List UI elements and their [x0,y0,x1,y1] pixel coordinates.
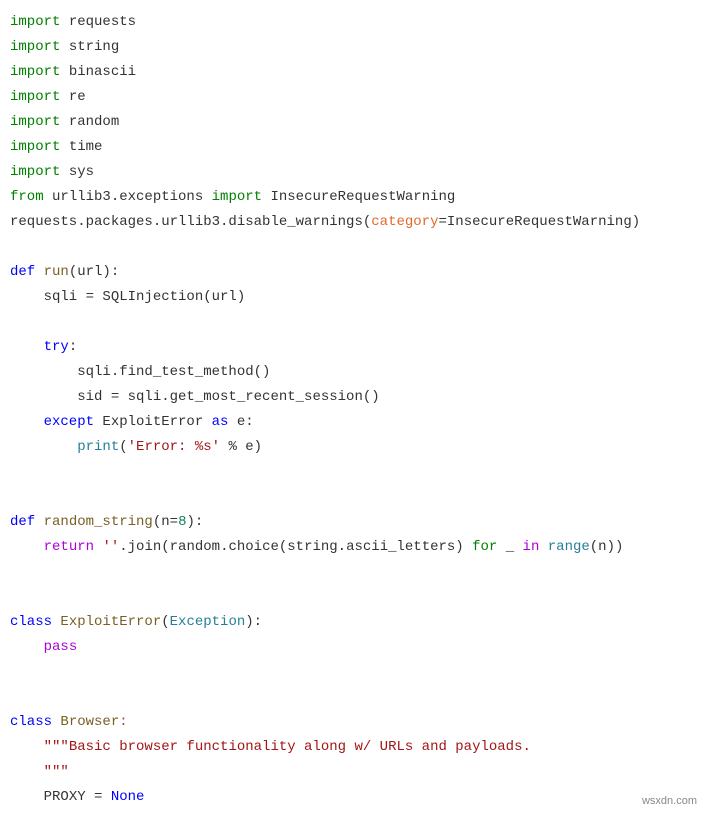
code-text: ): [186,514,203,530]
keyword-except: except [10,414,94,430]
keyword-import: import [10,64,60,80]
code-block: import requests import string import bin… [10,10,697,810]
keyword-class: class [10,714,52,730]
blank-line [10,664,18,680]
keyword-from: from [10,189,44,205]
code-text: % e) [220,439,262,455]
module-name: requests [60,14,136,30]
indent [10,639,44,655]
keyword-import: import [10,114,60,130]
watermark: wsxdn.com [642,789,697,814]
exception-type: ExploitError [94,414,212,430]
code-text: (n= [153,514,178,530]
code-text: =InsecureRequestWarning) [438,214,640,230]
base-class: Exception [170,614,246,630]
code-line: sqli.find_test_method() [10,364,270,380]
keyword-as: as [212,414,229,430]
code-text: ): [245,614,262,630]
code-text: _ [497,539,522,555]
module-name: binascii [60,64,136,80]
docstring: """Basic browser functionality along w/ … [44,739,531,755]
code-text [539,539,547,555]
keyword-for: for [472,539,497,555]
blank-line [10,589,18,605]
string-literal: '' [102,539,119,555]
module-name: time [60,139,102,155]
blank-line [10,464,18,480]
code-text: ( [119,439,127,455]
code-text: .join(random.choice(string.ascii_letters… [119,539,472,555]
keyword-pass: pass [44,639,78,655]
module-name: string [60,39,119,55]
colon: : [69,339,77,355]
keyword-import: import [10,39,60,55]
indent [10,789,44,805]
function-sig: (url): [69,264,119,280]
code-text: ( [161,614,169,630]
keyword-return: return [44,539,94,555]
code-text: PROXY = [44,789,111,805]
code-text: requests.packages.urllib3.disable_warnin… [10,214,371,230]
function-name: run [35,264,69,280]
keyword-def: def [10,264,35,280]
builtin-print: print [77,439,119,455]
code-text: e: [228,414,253,430]
indent [10,439,77,455]
blank-line [10,564,18,580]
keyword-import: import [10,89,60,105]
docstring: """ [44,764,69,780]
keyword-import: import [10,164,60,180]
constant-none: None [111,789,145,805]
module-name: sys [60,164,94,180]
class-name: ExploitError [52,614,161,630]
code-line: sqli = SQLInjection(url) [10,289,245,305]
builtin-range: range [548,539,590,555]
code-line: sid = sqli.get_most_recent_session() [10,389,380,405]
blank-line [10,489,18,505]
indent [10,739,44,755]
module-name: random [60,114,119,130]
package-name: urllib3.exceptions [44,189,212,205]
blank-line [10,314,18,330]
keyword-import: import [212,189,262,205]
indent [10,764,44,780]
keyword-in: in [523,539,540,555]
class-name: Browser: [52,714,128,730]
import-name: InsecureRequestWarning [262,189,455,205]
code-text: (n)) [590,539,624,555]
blank-line [10,239,18,255]
param-name: category [371,214,438,230]
keyword-def: def [10,514,35,530]
module-name: re [60,89,85,105]
function-name: random_string [35,514,153,530]
indent [10,539,44,555]
keyword-import: import [10,139,60,155]
keyword-class: class [10,614,52,630]
keyword-import: import [10,14,60,30]
keyword-try: try [10,339,69,355]
string-literal: 'Error: %s' [128,439,220,455]
blank-line [10,689,18,705]
